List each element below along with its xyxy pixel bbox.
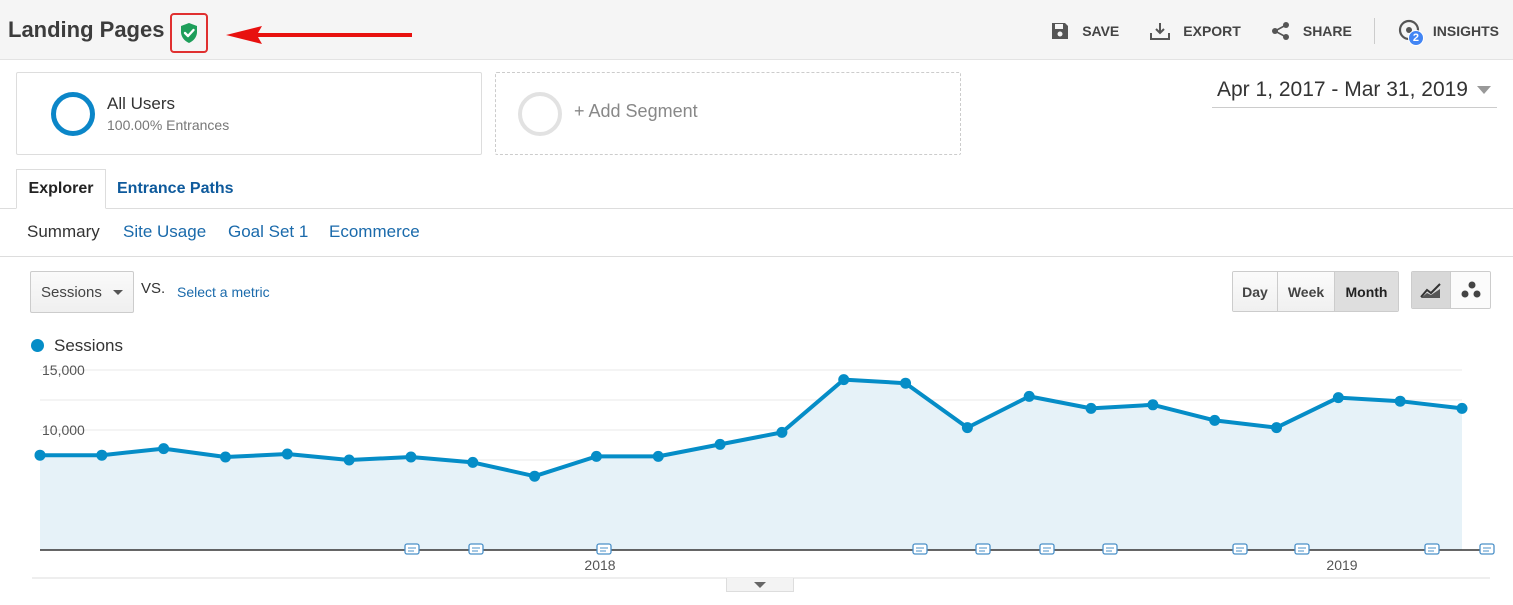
- shield-check-icon: [181, 23, 197, 43]
- bubble-chart-icon: [1461, 281, 1480, 298]
- select-metric-link[interactable]: Select a metric: [177, 284, 270, 300]
- toolbar-divider: [1373, 18, 1375, 44]
- sessions-point: [281, 448, 293, 460]
- sessions-point: [219, 451, 231, 463]
- legend-sessions-label: Sessions: [54, 336, 123, 355]
- period-day-button[interactable]: Day: [1233, 272, 1278, 311]
- sessions-point: [1456, 402, 1468, 414]
- segment-color-ring: [51, 92, 95, 136]
- insights-button[interactable]: 2 INSIGHTS: [1397, 18, 1499, 46]
- annotation-marker-icon[interactable]: [404, 543, 420, 555]
- subtab-goal-set-1[interactable]: Goal Set 1: [228, 222, 308, 242]
- annotation-marker-icon[interactable]: [468, 543, 484, 555]
- save-button[interactable]: SAVE: [1050, 18, 1119, 44]
- date-range-text: Apr 1, 2017 - Mar 31, 2019: [1217, 78, 1468, 101]
- export-button[interactable]: EXPORT: [1149, 18, 1241, 44]
- sessions-point: [590, 450, 602, 462]
- tab-entrance-paths[interactable]: Entrance Paths: [117, 180, 233, 198]
- motion-chart-view-button[interactable]: [1451, 272, 1490, 308]
- tabs-divider: [0, 208, 1513, 209]
- sessions-point: [1023, 390, 1035, 402]
- export-icon: [1150, 23, 1171, 40]
- export-label: EXPORT: [1183, 23, 1241, 39]
- subtab-site-usage[interactable]: Site Usage: [123, 222, 206, 242]
- sessions-point: [1271, 422, 1283, 434]
- sessions-point: [467, 456, 479, 468]
- sessions-point: [776, 426, 788, 438]
- annotation-marker-icon[interactable]: [1102, 543, 1118, 555]
- tab-explorer[interactable]: Explorer: [16, 169, 106, 209]
- share-label: SHARE: [1302, 23, 1352, 39]
- save-icon: [1052, 23, 1069, 39]
- y-tick-label: 15,000: [42, 362, 85, 378]
- period-toggle: Day Week Month: [1232, 271, 1399, 312]
- sessions-point: [961, 422, 973, 434]
- date-range-picker[interactable]: Apr 1, 2017 - Mar 31, 2019: [1212, 78, 1497, 108]
- segment-detail: 100.00% Entrances: [107, 117, 230, 133]
- sessions-point: [158, 443, 170, 455]
- annotation-marker-icon[interactable]: [1479, 543, 1495, 555]
- share-button[interactable]: SHARE: [1271, 18, 1352, 44]
- sessions-area: [40, 379, 1462, 550]
- sessions-point: [900, 377, 912, 389]
- annotation-marker-icon[interactable]: [596, 543, 612, 555]
- sessions-point: [1394, 395, 1406, 407]
- report-header: Landing Pages SAVE EXPORT SHARE 2 INSIGH…: [0, 0, 1513, 60]
- sessions-point: [343, 454, 355, 466]
- x-tick-label: 2019: [1326, 557, 1357, 573]
- red-arrow-annotation: [226, 26, 412, 44]
- share-icon: [1271, 22, 1289, 40]
- vs-label: VS.: [141, 280, 166, 297]
- annotation-marker-icon[interactable]: [1424, 543, 1440, 555]
- sessions-point: [1085, 402, 1097, 414]
- annotation-marker-icon[interactable]: [912, 543, 928, 555]
- add-segment-button[interactable]: + Add Segment: [495, 72, 961, 155]
- report-toolbar: SAVE EXPORT SHARE 2 INSIGHTS: [1020, 18, 1499, 46]
- metric-dropdown[interactable]: Sessions: [30, 271, 134, 313]
- add-segment-label: + Add Segment: [574, 101, 698, 121]
- add-segment-ring: [518, 92, 562, 136]
- annotation-marker-icon[interactable]: [1039, 543, 1055, 555]
- chevron-down-icon: [113, 290, 123, 295]
- page-title: Landing Pages: [8, 17, 165, 42]
- insights-label: INSIGHTS: [1432, 23, 1499, 39]
- annotation-marker-icon[interactable]: [1294, 543, 1310, 555]
- sessions-point: [34, 449, 46, 461]
- subtab-summary[interactable]: Summary: [27, 222, 100, 242]
- insights-icon: 2: [1397, 18, 1424, 46]
- save-label: SAVE: [1082, 23, 1120, 39]
- metric-selected: Sessions: [41, 284, 102, 301]
- line-chart-icon: [1420, 283, 1441, 298]
- chart-type-toggle: [1411, 271, 1491, 309]
- line-chart-view-button[interactable]: [1412, 272, 1451, 308]
- sessions-point: [1209, 414, 1221, 426]
- annotation-marker-icon[interactable]: [975, 543, 991, 555]
- period-month-button[interactable]: Month: [1335, 272, 1398, 311]
- sessions-point: [714, 438, 726, 450]
- insights-count-badge: 2: [1407, 30, 1424, 46]
- sessions-point: [529, 470, 541, 482]
- legend-sessions-swatch: [31, 339, 44, 352]
- y-tick-label: 10,000: [42, 422, 85, 438]
- period-week-button[interactable]: Week: [1278, 272, 1335, 311]
- segment-name: All Users: [107, 94, 176, 113]
- sessions-point: [652, 450, 664, 462]
- sessions-point: [1332, 392, 1344, 404]
- sessions-point: [1147, 399, 1159, 411]
- sessions-chart: 5,00010,00015,00020182019: [32, 362, 1495, 579]
- chevron-down-icon: [754, 581, 766, 588]
- x-tick-label: 2018: [584, 557, 615, 573]
- annotation-marker-icon[interactable]: [1232, 543, 1248, 555]
- sessions-point: [838, 374, 850, 386]
- sessions-point: [405, 451, 417, 463]
- subtab-ecommerce[interactable]: Ecommerce: [329, 222, 420, 242]
- chevron-down-icon: [1477, 86, 1491, 94]
- sessions-point: [96, 449, 108, 461]
- subtabs-divider: [0, 256, 1513, 257]
- chart-expand-button[interactable]: [726, 578, 794, 592]
- shield-badge[interactable]: [170, 13, 208, 53]
- segment-all-users[interactable]: All Users 100.00% Entrances: [16, 72, 482, 155]
